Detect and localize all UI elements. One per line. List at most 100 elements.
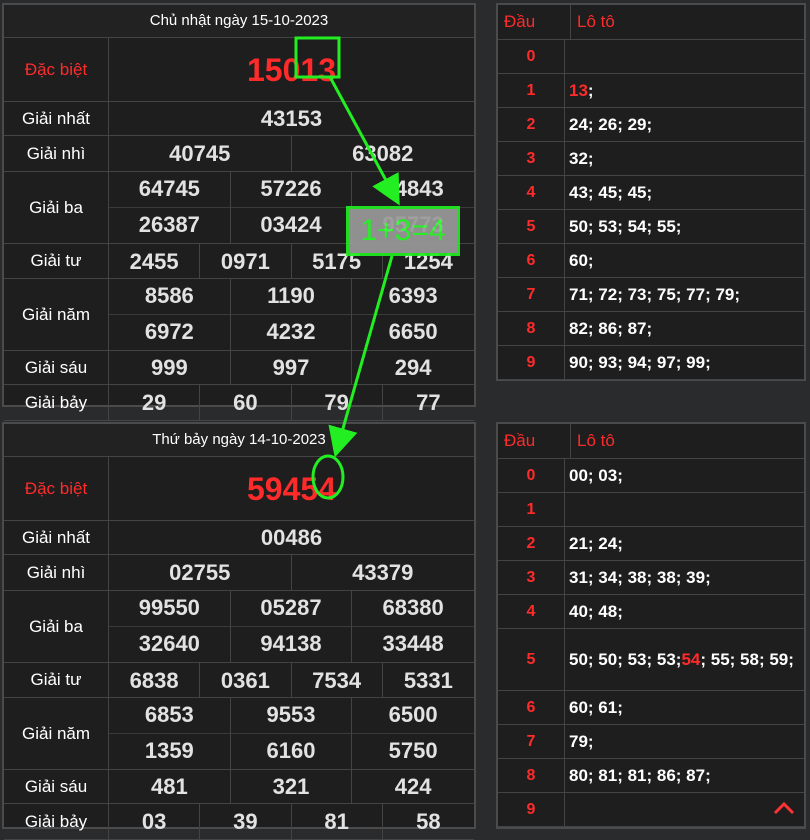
prize-number: 29	[109, 385, 201, 421]
loto-row-7: 7 79;	[498, 725, 804, 759]
prize-number: 39	[200, 804, 292, 840]
loto-numbers: 43; 45; 45;	[569, 182, 653, 202]
loto-numbers: 82; 86; 87;	[569, 318, 653, 338]
prize-number: 79	[292, 385, 383, 421]
prize-number: 9553	[230, 698, 353, 734]
prize-number: 0361	[200, 663, 292, 698]
loto-numbers: 13;	[565, 74, 804, 107]
prize-values-g3: 99550 05287 68380 32640 94138 33448	[109, 591, 474, 662]
prize-number: 999	[109, 351, 231, 385]
prize-values-g6: 999 997 294	[109, 351, 474, 385]
prize-number: 94138	[231, 626, 353, 662]
prize-label-g5: Giải năm	[4, 279, 109, 350]
prize-label-db: Đặc biệt	[4, 38, 109, 101]
loto-numbers: 32;	[569, 148, 594, 168]
prize-label-g2: Giải nhì	[4, 555, 109, 590]
prize-values-g4: 6838 0361 7534 5331	[109, 663, 474, 698]
loto-row-6: 6 60; 61;	[498, 691, 804, 725]
prize-number: 40745	[109, 136, 292, 172]
prize-number: 26387	[109, 207, 231, 243]
prize-row-g7: Giải bảy 03 39 81 58	[4, 804, 474, 840]
loto-numbers: 21; 24;	[569, 533, 623, 553]
prize-number: 7534	[292, 663, 383, 698]
prize-number: 294	[394, 355, 432, 380]
loto-head-digit: 9	[498, 793, 565, 826]
prize-label-g4: Giải tư	[4, 663, 109, 697]
prize-number: 1359	[109, 733, 231, 769]
prize-number: 03	[109, 804, 201, 840]
prize-label-g6: Giải sáu	[4, 351, 109, 384]
loto-numbers: 79;	[569, 731, 594, 751]
loto-head-digit: 4	[498, 176, 565, 209]
loto-head-digit: 6	[498, 244, 565, 277]
prize-number: 6853	[109, 698, 231, 734]
draw-title: Thứ bảy ngày 14-10-2023	[4, 424, 474, 457]
loto-head-digit: 1	[498, 493, 565, 526]
prize-number: 04843	[352, 172, 474, 208]
loto-row-1: 1	[498, 493, 804, 527]
prize-values-g1: 00486	[109, 521, 474, 554]
prize-row-g5: Giải năm 8586 1190 6393 6972 4232 6650	[4, 279, 474, 351]
loto-row-5: 5 50; 53; 54; 55;	[498, 210, 804, 244]
prize-values-g1: 43153	[109, 102, 474, 135]
loto-head-digit: 0	[498, 459, 565, 492]
loto-header: Đầu Lô tô	[498, 5, 804, 40]
prize-number: 68380	[352, 591, 474, 627]
prize-number: 4232	[231, 314, 353, 350]
prize-number: 8586	[109, 279, 231, 315]
prize-row-g2: Giải nhì 40745 63082	[4, 136, 474, 172]
prize-number: 60	[200, 385, 292, 421]
prize-values-g2: 40745 63082	[109, 136, 474, 172]
scroll-to-top-button[interactable]	[764, 788, 804, 828]
prize-row-g6: Giải sáu 481 321 424	[4, 770, 474, 804]
loto-head-digit: 6	[498, 691, 565, 724]
loto-numbers	[565, 493, 804, 526]
prize-number: 6838	[109, 663, 201, 698]
loto-head-digit: 1	[498, 74, 565, 107]
prize-number: 05287	[230, 591, 353, 627]
prize-number: 59454	[247, 470, 336, 507]
loto-special-number: 54	[681, 649, 701, 669]
prize-number: 43379	[352, 560, 414, 585]
prize-number: 1190	[230, 279, 353, 315]
loto-head-digit: 9	[498, 346, 565, 379]
loto-numbers: 31; 34; 38; 38; 39;	[569, 567, 711, 587]
loto-row-5: 5 50; 50; 53; 53; 54; 55; 58; 59;	[498, 629, 804, 691]
loto-head-digit: 7	[498, 725, 565, 758]
loto-numbers: 24; 26; 29;	[569, 114, 653, 134]
loto-header-loto: Lô tô	[577, 431, 615, 450]
prize-row-g5: Giải năm 6853 9553 6500 1359 6160 5750	[4, 698, 474, 770]
prize-label-g4: Giải tư	[4, 244, 109, 278]
prize-number: 00486	[260, 525, 323, 550]
prize-number: 58	[416, 809, 441, 834]
loto-numbers: 50; 50; 53; 53; 54; 55; 58; 59;	[565, 629, 804, 690]
loto-row-6: 6 60;	[498, 244, 804, 278]
loto-row-4: 4 40; 48;	[498, 595, 804, 629]
prize-number: 03424	[231, 207, 353, 243]
loto-numbers: 60;	[569, 250, 594, 270]
loto-head-digit: 8	[498, 312, 565, 345]
loto-numbers	[565, 40, 804, 73]
loto-row-0: 0	[498, 40, 804, 74]
prize-number: 43153	[260, 106, 323, 131]
prize-row-g3: Giải ba 99550 05287 68380 32640 94138 33448	[4, 591, 474, 663]
prize-number: 6393	[352, 279, 474, 315]
prize-values-g5: 6853 9553 6500 1359 6160 5750	[109, 698, 474, 769]
loto-row-0: 0 00; 03;	[498, 459, 804, 493]
prize-row-g2: Giải nhì 02755 43379	[4, 555, 474, 591]
loto-special-number: 13	[569, 80, 588, 100]
prize-number: 321	[231, 770, 353, 804]
prize-number: 64745	[109, 172, 231, 208]
prize-row-g1: Giải nhất 43153	[4, 102, 474, 136]
prize-number: 63082	[352, 141, 414, 166]
prize-values-g7: 29 60 79 77	[109, 385, 474, 421]
prize-label-db: Đặc biệt	[4, 457, 109, 520]
prize-number: 424	[394, 774, 432, 799]
loto-numbers: 90; 93; 94; 97; 99;	[569, 352, 711, 372]
loto-head-digit: 3	[498, 142, 565, 175]
prize-row-db: Đặc biệt 59454	[4, 457, 474, 521]
prize-label-g7: Giải bảy	[4, 804, 109, 839]
prize-number: 32640	[109, 626, 231, 662]
prize-label-g2: Giải nhì	[4, 136, 109, 171]
loto-row-9: 9	[498, 793, 804, 827]
